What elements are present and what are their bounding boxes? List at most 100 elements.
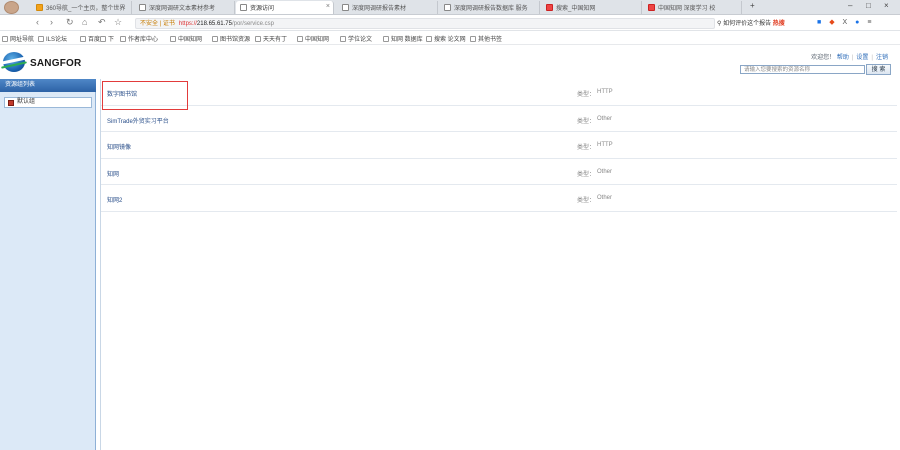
resource-type-value: HTTP [597,89,613,95]
bookmark-item[interactable]: 下 [100,34,114,43]
url-path: /por/service.csp [231,21,274,27]
tab-label: 搜索_中国知网 [556,6,596,12]
bookmark-icon [297,35,303,42]
tab-label: 深度网调研报告数据库 服务 [454,6,528,12]
url-host: 218.65.61.75 [196,21,232,27]
bookmark-item[interactable]: 天天有丁 [255,34,287,43]
tab-label: 中国知网 深度学习 校 [658,6,716,12]
tab-label: 360导航_一个主页，整个世界 [46,6,126,12]
resource-list: 数字图书馆 类型： HTTP SimTrade外贸实习平台 类型： Other … [101,79,897,212]
menu-icon[interactable]: ≡ [867,19,871,26]
resource-type-value: Other [597,168,613,175]
bookmark-item[interactable]: 搜索 论文网 [426,34,466,43]
browser-search-box[interactable]: ⚲ 如何评价这个报告 热搜 [717,18,817,27]
resource-row[interactable]: SimTrade外贸实习平台 类型： Other [101,106,897,132]
close-window-icon[interactable]: × [884,1,889,10]
bookmark-item[interactable]: 网址导航 [2,34,34,43]
welcome-text: 欢迎您！ [811,55,836,61]
maximize-icon[interactable]: □ [866,1,871,10]
bookmark-item[interactable]: 中国知网 [297,34,329,43]
portal-header: SANGFOR 欢迎您！ 帮助 | 设置 | 注销 请输入您要搜索的资源名称 搜 索 [0,46,900,79]
search-hint: 如何评价这个报告 [723,21,772,27]
bookmark-item[interactable]: 中国知网 [170,34,202,43]
minimize-icon[interactable]: – [848,1,852,10]
browser-tab[interactable]: 深度网调研文本素材参考 [135,1,235,14]
resource-type-label: 类型： [577,171,596,178]
browser-tab-active[interactable]: 资源访问 × [236,1,334,14]
resource-type-label: 类型： [577,145,596,151]
bookmark-item[interactable]: 图书馆资源 [212,34,250,43]
home-icon[interactable]: ⌂ [82,17,87,27]
tab-label: 深度网调研文本素材参考 [149,6,216,12]
logo-text: SANGFOR [30,58,82,69]
bookmark-icon [426,35,432,42]
resource-search-button[interactable]: 搜 索 [866,64,891,75]
undo-icon[interactable]: ↶ [98,17,106,28]
extension-icon[interactable]: ◆ [829,19,834,26]
bookmarks-bar: 网址导航 ILS论坛 百度 下 作者库中心 中国知网 图书馆资源 天天有丁 中国… [0,32,900,45]
bookmark-icon [100,35,106,42]
browser-tab[interactable]: 搜索_中国知网 [542,1,642,14]
resource-link[interactable]: 知网2 [107,195,122,204]
hot-search-label: 热搜 [772,21,785,27]
resource-list-panel: 数字图书馆 类型： HTTP SimTrade外贸实习平台 类型： Other … [100,79,897,450]
extension-icons: ■ ◆ X ● ≡ [817,18,877,26]
resource-link[interactable]: 知网镜像 [107,142,131,151]
resource-type-label: 类型： [577,118,596,125]
browser-tab[interactable]: 深度网调研报告素材 [338,1,438,14]
sidebar-item-default-group[interactable]: 默认组 [4,97,92,108]
bookmark-item[interactable]: ILS论坛 [38,34,67,43]
search-icon: ⚲ [717,21,722,27]
resource-type-value: Other [597,195,613,201]
resource-row[interactable]: 知网 类型： Other [101,159,897,185]
extension-icon[interactable]: ■ [817,19,821,26]
resource-link[interactable]: 知网 [107,169,119,178]
extension-icon[interactable]: ● [855,19,859,26]
tab-favicon-icon [240,4,247,11]
forward-icon[interactable]: › [50,17,53,27]
resource-row[interactable]: 知网2 类型： Other [101,185,897,212]
bookmark-item[interactable]: 其他书签 [470,34,502,43]
logout-link[interactable]: 注销 [876,55,888,61]
bookmark-icon [170,35,176,42]
tab-favicon-icon [36,4,43,11]
resource-type-label: 类型： [577,198,596,204]
bookmark-icon [80,35,86,42]
tab-label: 资源访问 [250,6,275,12]
resource-link[interactable]: 数字图书馆 [107,89,137,98]
resource-type-value: HTTP [597,142,613,148]
bookmark-icon [255,35,261,42]
bookmark-item[interactable]: 作者库中心 [120,34,158,43]
bookmark-item[interactable]: 学位论文 [340,34,372,43]
tab-favicon-icon [342,4,349,11]
tab-label: 深度网调研报告素材 [352,6,407,12]
browser-tab-strip: 360导航_一个主页，整个世界 深度网调研文本素材参考 资源访问 × 深度网调研… [0,0,900,15]
reload-icon[interactable]: ↻ [66,17,74,28]
security-warning[interactable]: 不安全 | 证书 [140,21,175,27]
profile-avatar[interactable] [4,1,19,14]
bookmark-icon [120,35,126,42]
settings-link[interactable]: 设置 [856,55,868,61]
browser-tab[interactable]: 深度网调研报告数据库 服务 [440,1,540,14]
address-bar[interactable]: 不安全 | 证书 https://218.65.61.75/por/service… [135,18,715,29]
resource-type-value: Other [597,115,613,122]
resource-search-input[interactable]: 请输入您要搜索的资源名称 [740,65,865,74]
browser-tab[interactable]: 360导航_一个主页，整个世界 [32,1,132,14]
help-link[interactable]: 帮助 [837,55,849,61]
resource-row[interactable]: 知网镜像 类型： HTTP [101,132,897,159]
extension-icon[interactable]: X [843,19,848,26]
back-icon[interactable]: ‹ [36,17,39,27]
header-links: 欢迎您！ 帮助 | 设置 | 注销 [811,55,888,61]
close-tab-icon[interactable]: × [326,3,330,10]
bookmark-item[interactable]: 百度 [80,34,100,43]
bookmark-star-icon[interactable]: ☆ [114,17,122,28]
bookmark-icon [212,35,218,42]
new-tab-icon[interactable]: + [750,1,755,10]
browser-tab[interactable]: 中国知网 深度学习 校 [644,1,742,14]
resource-link[interactable]: SimTrade外贸实习平台 [107,116,169,125]
resource-type-label: 类型： [577,92,596,98]
sidebar-item-label: 默认组 [17,99,36,105]
resource-row[interactable]: 数字图书馆 类型： HTTP [101,79,897,106]
book-icon [8,100,14,106]
bookmark-item[interactable]: 知网 数据库 [383,34,423,43]
